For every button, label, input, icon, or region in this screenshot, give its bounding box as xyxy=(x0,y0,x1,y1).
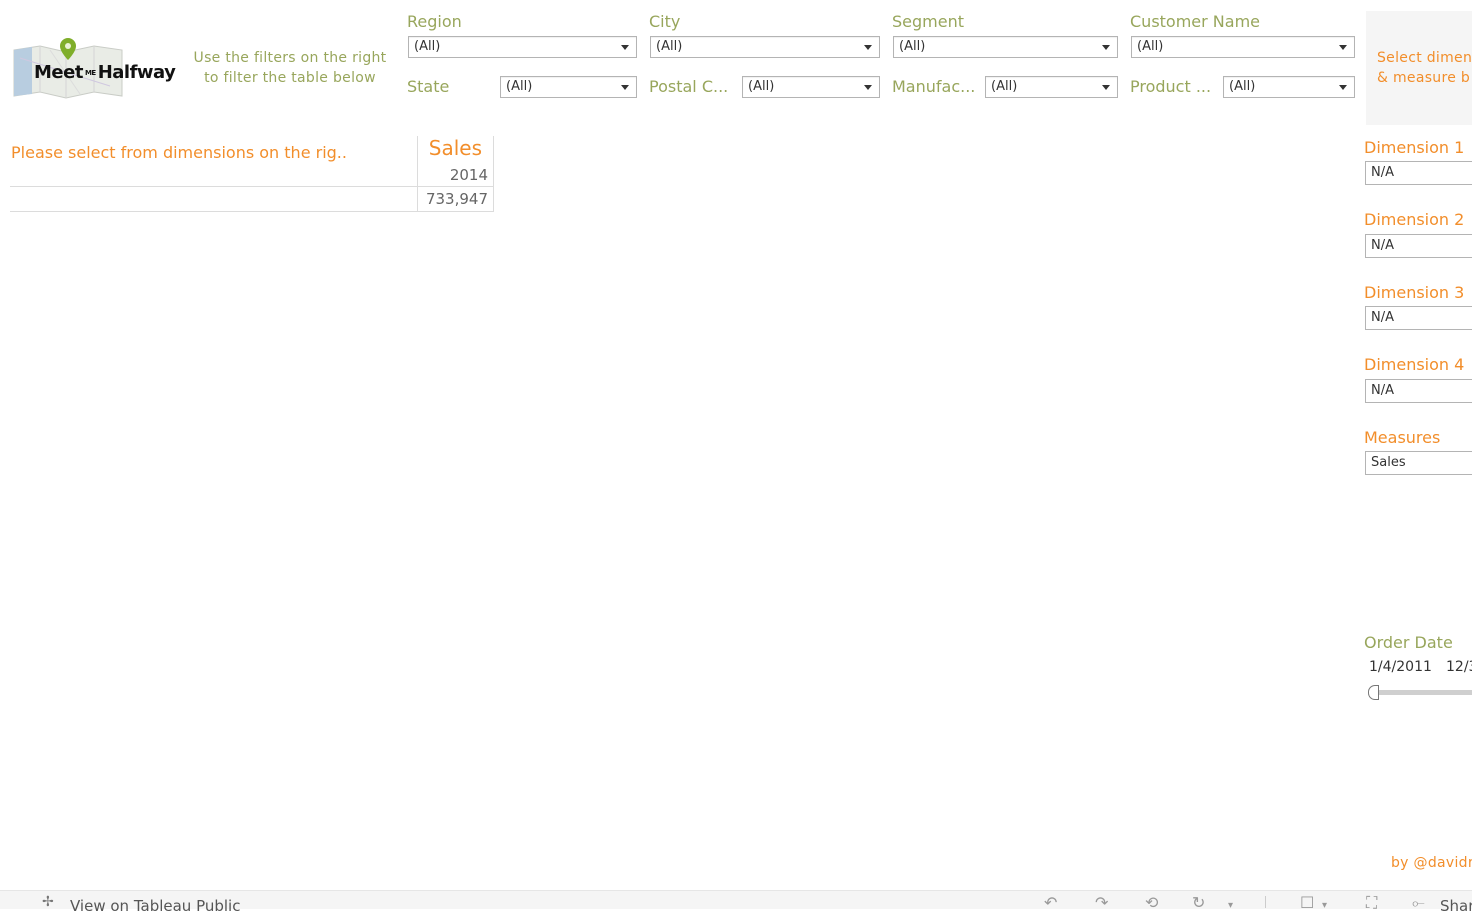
product-filter-dropdown[interactable]: (All) xyxy=(1223,76,1355,98)
column-header-year: 2014 xyxy=(449,166,488,184)
chevron-down-icon xyxy=(1339,45,1347,50)
region-filter-value: (All) xyxy=(414,39,441,54)
product-filter-label: Product ... xyxy=(1130,77,1212,96)
refresh-icon[interactable]: ↻ xyxy=(1192,893,1205,912)
dimension-2-value: N/A xyxy=(1371,238,1394,253)
share-icon[interactable]: ⟜ xyxy=(1412,893,1425,913)
table-divider-bottom xyxy=(10,211,494,212)
row-header-placeholder: Please select from dimensions on the rig… xyxy=(11,143,347,162)
dimension-4-label: Dimension 4 xyxy=(1364,355,1465,374)
dimension-3-dropdown[interactable]: N/A xyxy=(1365,306,1472,330)
author-credit[interactable]: by @davidr xyxy=(1391,855,1472,871)
undo-icon[interactable]: ↶ xyxy=(1044,893,1057,912)
customer-name-filter-label: Customer Name xyxy=(1130,12,1261,31)
customer-name-filter-dropdown[interactable]: (All) xyxy=(1131,36,1355,58)
chevron-down-icon xyxy=(621,85,629,90)
toolbar-separator xyxy=(1265,896,1266,908)
side-panel-note: Select dimens & measure b xyxy=(1377,48,1472,88)
table-divider-header xyxy=(10,186,494,187)
refresh-dropdown-icon[interactable]: ▾ xyxy=(1228,900,1233,911)
instruction-line-2: to filter the table below xyxy=(204,70,376,86)
dimension-2-label: Dimension 2 xyxy=(1364,210,1465,229)
revert-icon[interactable]: ⟲ xyxy=(1145,893,1158,912)
segment-filter-dropdown[interactable]: (All) xyxy=(893,36,1118,58)
dimension-3-label: Dimension 3 xyxy=(1364,283,1465,302)
redo-icon[interactable]: ↷ xyxy=(1095,893,1108,912)
logo-word-me: ME xyxy=(84,69,96,77)
side-panel-note-line-1: Select dimens xyxy=(1377,50,1472,66)
manufacturer-filter-value: (All) xyxy=(991,79,1018,94)
chevron-down-icon xyxy=(621,45,629,50)
order-date-slider-handle[interactable] xyxy=(1368,685,1379,700)
segment-filter-value: (All) xyxy=(899,39,926,54)
order-date-end: 12/3 xyxy=(1446,659,1472,675)
measure-header: Sales xyxy=(428,136,482,160)
fullscreen-icon[interactable]: ⛶ xyxy=(1366,893,1377,913)
table-divider-right xyxy=(493,136,494,212)
postal-code-filter-dropdown[interactable]: (All) xyxy=(742,76,880,98)
chevron-down-icon xyxy=(1339,85,1347,90)
state-filter-value: (All) xyxy=(506,79,533,94)
state-filter-label: State xyxy=(407,77,450,96)
region-filter-dropdown[interactable]: (All) xyxy=(408,36,637,58)
state-filter-dropdown[interactable]: (All) xyxy=(500,76,637,98)
logo-word-meet: Meet xyxy=(34,62,83,83)
share-button[interactable]: Shar xyxy=(1440,897,1472,915)
measures-dropdown[interactable]: Sales xyxy=(1365,451,1472,475)
postal-code-filter-value: (All) xyxy=(748,79,775,94)
manufacturer-filter-label: Manufac... xyxy=(892,77,976,96)
product-filter-value: (All) xyxy=(1229,79,1256,94)
sales-value-cell[interactable]: 733,947 xyxy=(420,190,488,208)
logo-text: Meet ME Halfway xyxy=(34,62,176,83)
postal-code-filter-label: Postal C... xyxy=(649,77,729,96)
dimension-1-value: N/A xyxy=(1371,165,1394,180)
chevron-down-icon xyxy=(864,85,872,90)
manufacturer-filter-dropdown[interactable]: (All) xyxy=(985,76,1118,98)
order-date-start: 1/4/2011 xyxy=(1369,659,1432,675)
view-on-tableau-public-link[interactable]: View on Tableau Public xyxy=(70,897,240,915)
city-filter-dropdown[interactable]: (All) xyxy=(650,36,880,58)
download-icon[interactable]: ☐ xyxy=(1300,893,1314,912)
dimension-3-value: N/A xyxy=(1371,310,1394,325)
region-filter-label: Region xyxy=(407,12,462,31)
chevron-down-icon xyxy=(1102,45,1110,50)
dimension-4-dropdown[interactable]: N/A xyxy=(1365,379,1472,403)
measures-label: Measures xyxy=(1364,428,1441,447)
instruction-line-1: Use the filters on the right xyxy=(193,50,387,66)
order-date-slider-track[interactable] xyxy=(1374,690,1472,695)
download-dropdown-icon[interactable]: ▾ xyxy=(1322,900,1327,911)
table-divider-vertical xyxy=(417,136,418,212)
chevron-down-icon xyxy=(1102,85,1110,90)
meet-me-halfway-logo: Meet ME Halfway xyxy=(10,36,176,102)
segment-filter-label: Segment xyxy=(892,12,964,31)
customer-name-filter-value: (All) xyxy=(1137,39,1164,54)
chevron-down-icon xyxy=(864,45,872,50)
measures-value: Sales xyxy=(1371,455,1406,470)
city-filter-label: City xyxy=(649,12,681,31)
dimension-2-dropdown[interactable]: N/A xyxy=(1365,234,1472,258)
filter-instructions: Use the filters on the right to filter t… xyxy=(190,48,390,88)
city-filter-value: (All) xyxy=(656,39,683,54)
dimension-1-dropdown[interactable]: N/A xyxy=(1365,161,1472,185)
side-panel-note-line-2: & measure b xyxy=(1377,70,1471,86)
dimension-1-label: Dimension 1 xyxy=(1364,138,1465,157)
order-date-label: Order Date xyxy=(1364,633,1453,652)
dimension-4-value: N/A xyxy=(1371,383,1394,398)
logo-word-halfway: Halfway xyxy=(97,62,176,83)
